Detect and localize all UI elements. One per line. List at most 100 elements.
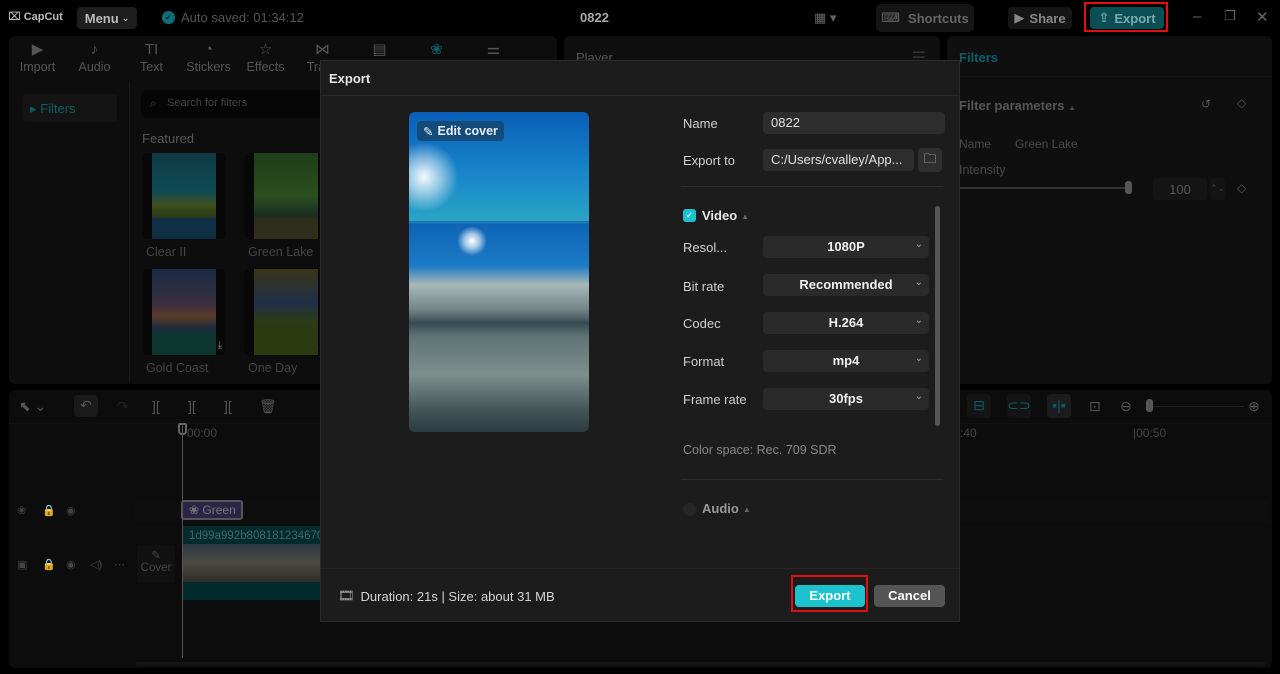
tool-stickers[interactable]: ◔ Stickers [180, 36, 237, 80]
name-label: Name [683, 116, 718, 131]
filter-name: Green Lake [248, 245, 314, 259]
export-path-input[interactable]: C:/Users/cvalley/App... [763, 149, 914, 171]
zoom-fit-icon[interactable]: ⊡ [1089, 398, 1101, 415]
download-icon[interactable]: ⤓ [218, 340, 222, 351]
frame-seam [409, 221, 589, 222]
project-title: 0822 [580, 10, 609, 25]
codec-label: Codec [683, 316, 721, 331]
name-input[interactable]: 0822 [763, 112, 945, 134]
cover-preview: ✎ Edit cover [409, 112, 589, 432]
ruler-tick-label: :40 [960, 426, 977, 440]
title-bar: ⌧ CapCut Menu ⌄ ✓ Auto saved: 01:34:12 0… [0, 0, 1280, 36]
filter-preview-image [152, 153, 216, 239]
filter-search-input[interactable]: ⌕ Search for filters [141, 90, 331, 118]
more-icon[interactable]: ⋯ [114, 558, 125, 571]
filter-parameters-title[interactable]: Filter parameters ▲ [959, 98, 1076, 113]
timeline-scrollbar[interactable] [135, 662, 1265, 666]
tool-import[interactable]: ▶ Import [9, 36, 66, 80]
resolution-select[interactable]: 1080P ⌄ [763, 236, 929, 258]
minimize-icon[interactable]: – [1193, 8, 1201, 25]
chevron-down-icon: ⌄ [914, 353, 923, 364]
video-clip-name: 1d99a992b8081812346709 [189, 530, 329, 542]
split-right-icon[interactable]: ][ [224, 398, 232, 414]
resolution-value: 1080P [827, 239, 865, 254]
select-cursor-icon[interactable]: ⬉ ⌄ [19, 398, 46, 415]
share-button[interactable]: ▶ Share [1008, 7, 1072, 29]
playhead-handle[interactable] [178, 423, 187, 435]
eye-icon[interactable]: ◉ [66, 504, 76, 517]
framerate-select[interactable]: 30fps ⌄ [763, 388, 929, 410]
sun-glare [409, 142, 459, 212]
audio-section-label: Audio [702, 501, 739, 516]
playhead[interactable] [182, 424, 183, 658]
format-select[interactable]: mp4 ⌄ [763, 350, 929, 372]
layout-icon[interactable]: ▦ ▾ [814, 10, 836, 26]
divider [681, 479, 943, 480]
restore-icon[interactable]: ❐ [1224, 8, 1236, 24]
intensity-stepper[interactable]: ⌃⌄ [1210, 178, 1225, 200]
delete-icon[interactable]: 🗑 [259, 398, 277, 415]
shortcuts-button[interactable]: ⌨ Shortcuts [876, 4, 974, 32]
reset-icon[interactable]: ↺ [1201, 97, 1211, 111]
video-clip[interactable]: 1d99a992b8081812346709 [183, 526, 333, 600]
split-icon[interactable]: ][ [152, 398, 160, 414]
redo-icon[interactable]: ↷ [117, 398, 129, 415]
preview-axis-icon[interactable]: ▪|▪ [1047, 394, 1071, 418]
zoom-out-icon[interactable]: ⊖ [1120, 398, 1132, 415]
keyframe-icon[interactable]: ◇ [1237, 181, 1246, 195]
tool-audio[interactable]: ♪ Audio [66, 36, 123, 80]
keyframe-icon[interactable]: ◇ [1237, 96, 1246, 110]
lock-icon[interactable]: 🔒 [42, 504, 56, 517]
search-icon: ⌕ [150, 96, 157, 110]
audio-checkbox[interactable] [683, 503, 696, 516]
video-section-toggle[interactable]: Video ▲ [702, 208, 749, 223]
codec-select[interactable]: H.264 ⌄ [763, 312, 929, 334]
export-to-label: Export to [683, 153, 736, 168]
intensity-input[interactable]: 100 [1153, 178, 1207, 200]
color-space-info: Color space: Rec. 709 SDR [683, 443, 837, 457]
divider [321, 95, 959, 96]
filter-thumb-one-day[interactable]: ⤓ [244, 269, 328, 355]
tool-label: Effects [246, 60, 285, 74]
clip-thumbnails [183, 544, 333, 582]
duration-size-text: Duration: 21s | Size: about 31 MB [360, 588, 555, 604]
filter-name: One Day [248, 361, 298, 375]
filter-preview-image [254, 153, 318, 239]
highlight-box [791, 575, 868, 612]
cover-button[interactable]: ✎ Cover [137, 545, 175, 583]
settings-scrollbar[interactable] [935, 206, 940, 426]
edit-cover-label: Edit cover [437, 124, 498, 138]
zoom-in-icon[interactable]: ⊕ [1248, 398, 1260, 415]
auto-snap-icon[interactable]: ⊟ [967, 394, 991, 418]
intensity-slider[interactable] [959, 187, 1129, 189]
zoom-slider[interactable] [1149, 406, 1244, 407]
filter-thumb-green-lake[interactable] [244, 153, 328, 239]
link-icon[interactable]: ⊂⊃ [1007, 394, 1031, 418]
video-checkbox[interactable]: ✓ [683, 209, 696, 222]
bitrate-select[interactable]: Recommended ⌄ [763, 274, 929, 296]
split-left-icon[interactable]: ][ [188, 398, 196, 414]
video-section-label: Video [702, 208, 738, 223]
tool-text[interactable]: TI Text [123, 36, 180, 80]
cancel-button[interactable]: Cancel [874, 585, 945, 607]
sidebar-item-filters[interactable]: ▸ Filters [22, 94, 117, 122]
audio-section-toggle[interactable]: Audio ▲ [702, 501, 751, 516]
folder-icon[interactable]: 🗀 [918, 148, 942, 172]
volume-icon[interactable]: ◁) [90, 558, 102, 571]
filter-clip[interactable]: ❀ Green [181, 500, 243, 520]
filter-thumb-clear-ii[interactable] [142, 153, 226, 239]
close-icon[interactable]: ✕ [1256, 8, 1269, 26]
tab-filters[interactable]: Filters [959, 50, 998, 65]
eye-icon[interactable]: ◉ [66, 558, 76, 571]
menu-button[interactable]: Menu ⌄ [77, 7, 137, 29]
lock-icon[interactable]: 🔒 [42, 558, 56, 571]
import-icon: ▶ [31, 41, 44, 58]
codec-value: H.264 [828, 315, 864, 330]
tool-effects[interactable]: ☆ Effects [237, 36, 294, 80]
zoom-slider-handle[interactable] [1146, 399, 1153, 412]
filter-thumb-gold-coast[interactable]: ⤓ [142, 269, 226, 355]
intensity-slider-handle[interactable] [1125, 181, 1132, 194]
share-icon: ▶ [1014, 10, 1025, 25]
undo-icon[interactable]: ↶ [74, 395, 98, 417]
edit-cover-button[interactable]: ✎ Edit cover [417, 121, 504, 141]
